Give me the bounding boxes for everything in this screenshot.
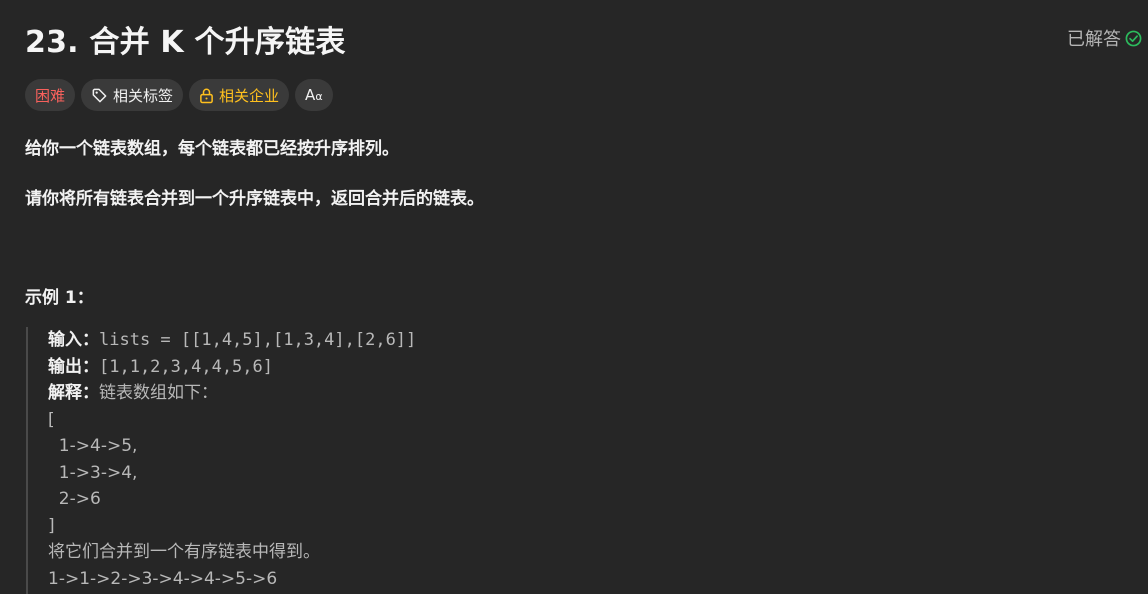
output-value: [1,1,2,3,4,4,5,6] (99, 356, 273, 377)
example-explain-line: 解释：链表数组如下： (48, 380, 1106, 407)
check-circle-icon (1125, 30, 1142, 47)
description-paragraph: 给你一个链表数组，每个链表都已经按升序排列。 (25, 139, 399, 159)
example-output-line: 输出：[1,1,2,3,4,4,5,6] (48, 354, 1106, 381)
solved-status[interactable]: 已解答 (1067, 25, 1142, 51)
tag-bar: 困难 相关标签 相关企业 Aα (25, 79, 333, 111)
example-block: 输入：lists = [[1,4,5],[1,3,4],[2,6]] 输出：[1… (26, 327, 1106, 594)
output-label: 输出： (48, 356, 99, 377)
tag-icon (91, 87, 108, 104)
difficulty-badge[interactable]: 困难 (25, 79, 76, 111)
related-tags-button[interactable]: 相关标签 (81, 79, 184, 111)
explain-label: 解释： (48, 383, 99, 403)
description-paragraph: 请你将所有链表合并到一个升序链表中，返回合并后的链表。 (25, 189, 484, 209)
example-explain-line: ] (48, 515, 55, 536)
difficulty-label: 困难 (35, 86, 66, 105)
explain-text: 链表数组如下： (99, 383, 218, 403)
related-companies-label: 相关企业 (219, 86, 280, 105)
problem-description-panel: 23. 合并 K 个升序链表 已解答 困难 相关标签 相关企业 A α 给你一个… (0, 0, 1148, 594)
example-explain-line: 1->3->4, (48, 462, 138, 483)
example-explain-line: 2->6 (48, 489, 101, 509)
example-input-line: 输入：lists = [[1,4,5],[1,3,4],[2,6]] (48, 327, 1106, 354)
related-tags-label: 相关标签 (113, 86, 174, 105)
translate-button[interactable]: Aα (295, 79, 333, 111)
example-title: 示例 1： (25, 288, 94, 308)
example-explain-line: 1->1->2->3->4->4->5->6 (48, 568, 278, 589)
input-value: lists = [[1,4,5],[1,3,4],[2,6]] (99, 330, 417, 350)
example-explain-line: 1->4->5, (48, 436, 138, 456)
example-explain-line: [ (48, 409, 55, 430)
input-label: 输入： (48, 330, 99, 350)
translate-icon: Aα (305, 86, 323, 104)
solved-status-label: 已解答 (1067, 29, 1121, 50)
example-explain-line: 将它们合并到一个有序链表中得到。 (48, 542, 320, 562)
related-companies-button[interactable]: 相关企业 (189, 79, 290, 111)
lock-icon (199, 87, 214, 104)
problem-title: 23. 合并 K 个升序链表 (25, 25, 346, 60)
